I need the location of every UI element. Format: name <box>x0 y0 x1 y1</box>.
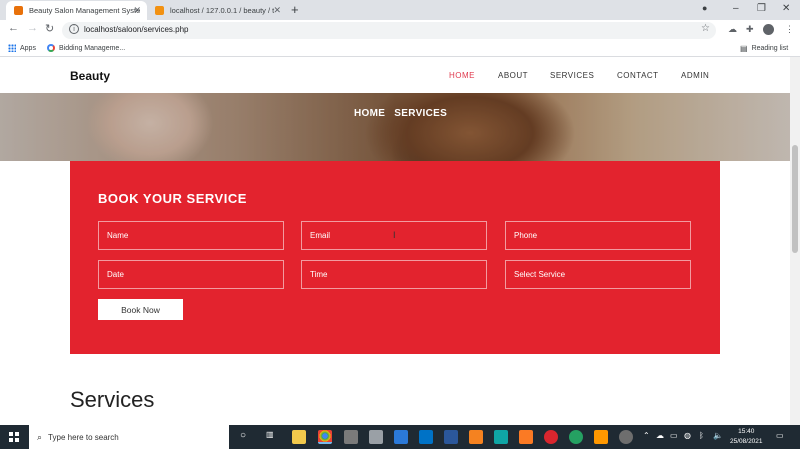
store-icon[interactable] <box>369 430 383 444</box>
tab-phpmyadmin[interactable]: localhost / 127.0.0.1 / beauty / t ✕ <box>147 1 287 20</box>
new-tab-icon[interactable]: + <box>291 2 299 17</box>
clock-time: 15:40 <box>738 428 755 435</box>
site-info-icon[interactable]: i <box>69 24 79 34</box>
battery-icon[interactable]: ▭ <box>670 431 678 440</box>
edge-icon[interactable] <box>494 430 508 444</box>
tab-search-icon[interactable]: ● <box>702 3 707 13</box>
sublime-text-icon[interactable] <box>594 430 608 444</box>
tab-beauty-salon[interactable]: Beauty Salon Management Syste ✕ <box>6 1 147 20</box>
close-tab-icon[interactable]: ✕ <box>273 5 281 16</box>
mail-icon[interactable] <box>419 430 433 444</box>
profile-avatar-icon[interactable] <box>763 24 774 35</box>
tab-title: Beauty Salon Management Syste <box>29 6 141 15</box>
phone-field[interactable]: Phone <box>505 221 691 250</box>
browser-toolbar: ← → ↻ i localhost/saloon/services.php ☆ … <box>0 20 800 41</box>
app-gray-icon[interactable] <box>619 430 633 444</box>
xampp-icon[interactable] <box>519 430 533 444</box>
date-field[interactable]: Date <box>98 260 284 289</box>
apps-grid-icon <box>8 44 16 52</box>
windows-taskbar: ⌕ Type here to search ○ ▥ ⌃ ☁ ▭ ◍ ᛒ 🔈 15… <box>0 425 800 449</box>
reading-list-label: Reading list <box>751 45 789 52</box>
hero-banner: HOME SERVICES <box>0 93 790 161</box>
taskbar-search-placeholder: Type here to search <box>48 432 119 442</box>
bookmark-label: Bidding Manageme... <box>59 44 126 52</box>
text-cursor-icon: I <box>393 230 396 240</box>
app-green-icon[interactable] <box>569 430 583 444</box>
vlc-icon[interactable] <box>469 430 483 444</box>
file-explorer-icon[interactable] <box>292 430 306 444</box>
menu-kebab-icon[interactable]: ⋮ <box>785 24 794 35</box>
booking-form: BOOK YOUR SERVICE Name Email Phone Date … <box>70 161 720 354</box>
close-tab-icon[interactable]: ✕ <box>133 5 141 16</box>
volume-icon[interactable]: 🔈 <box>713 431 723 440</box>
task-view-icon[interactable]: ▥ <box>266 430 274 439</box>
bookmarks-bar: Apps Bidding Manageme... ▤ Reading list <box>0 41 800 57</box>
edge-legacy-icon[interactable] <box>394 430 408 444</box>
scrollbar-thumb[interactable] <box>792 145 798 253</box>
opera-icon[interactable] <box>544 430 558 444</box>
breadcrumb-services: SERVICES <box>394 108 448 119</box>
book-now-button[interactable]: Book Now <box>98 299 183 320</box>
phpmyadmin-icon <box>155 6 164 15</box>
name-field[interactable]: Name <box>98 221 284 250</box>
url-text[interactable]: localhost/saloon/services.php <box>84 25 189 34</box>
forward-icon[interactable]: → <box>27 22 38 34</box>
restore-icon[interactable]: ❐ <box>757 3 766 14</box>
browser-tab-strip: Beauty Salon Management Syste ✕ localhos… <box>0 0 800 20</box>
chrome-icon[interactable] <box>318 430 332 444</box>
onedrive-icon[interactable]: ☁ <box>656 431 664 440</box>
page-viewport: Beauty HOME ABOUT SERVICES CONTACT ADMIN… <box>0 57 790 425</box>
notifications-icon[interactable]: ▭ <box>776 431 784 440</box>
search-icon: ⌕ <box>37 431 43 442</box>
taskbar-search[interactable]: ⌕ Type here to search <box>29 425 229 449</box>
nav-contact[interactable]: CONTACT <box>617 71 659 80</box>
extensions-puzzle-icon[interactable]: ✚ <box>746 24 754 35</box>
system-clock[interactable]: 15:40 25/08/2021 <box>730 427 763 447</box>
hero-image <box>0 93 790 161</box>
google-icon <box>47 44 55 52</box>
minimize-icon[interactable]: – <box>733 3 739 14</box>
back-icon[interactable]: ← <box>8 22 19 34</box>
address-bar[interactable]: i localhost/saloon/services.php ☆ <box>62 22 716 39</box>
bookmark-apps[interactable]: Apps <box>8 44 36 52</box>
windows-start-icon[interactable] <box>9 432 19 442</box>
page-scrollbar[interactable] <box>790 57 800 425</box>
site-navbar: Beauty HOME ABOUT SERVICES CONTACT ADMIN <box>0 57 790 93</box>
word-icon[interactable] <box>444 430 458 444</box>
nav-services[interactable]: SERVICES <box>550 71 594 80</box>
settings-gear-icon[interactable] <box>344 430 358 444</box>
extension-icon[interactable]: ☁ <box>728 24 737 35</box>
site-brand[interactable]: Beauty <box>70 69 110 83</box>
bookmark-bidding[interactable]: Bidding Manageme... <box>47 44 125 52</box>
bluetooth-icon[interactable]: ᛒ <box>699 431 704 440</box>
breadcrumb: HOME SERVICES <box>354 108 447 119</box>
service-select[interactable]: Select Service <box>505 260 691 289</box>
reload-icon[interactable]: ↻ <box>45 22 54 35</box>
favicon-icon <box>14 6 23 15</box>
tab-title: localhost / 127.0.0.1 / beauty / t <box>170 6 275 15</box>
nav-about[interactable]: ABOUT <box>498 71 528 80</box>
booking-title: BOOK YOUR SERVICE <box>98 191 247 206</box>
hero-title-cropped <box>300 93 306 109</box>
bookmark-star-icon[interactable]: ☆ <box>701 23 710 34</box>
services-heading: Services <box>70 387 155 412</box>
network-icon[interactable]: ◍ <box>684 431 691 440</box>
nav-admin[interactable]: ADMIN <box>681 71 709 80</box>
cortana-icon[interactable]: ○ <box>240 430 246 441</box>
clock-date: 25/08/2021 <box>730 438 763 445</box>
reading-list[interactable]: ▤ Reading list <box>740 44 788 53</box>
tray-chevron-icon[interactable]: ⌃ <box>643 431 650 440</box>
close-window-icon[interactable]: ✕ <box>782 3 790 14</box>
reading-list-icon: ▤ <box>740 44 748 53</box>
breadcrumb-home[interactable]: HOME <box>354 108 385 119</box>
time-field[interactable]: Time <box>301 260 487 289</box>
bookmark-label: Apps <box>20 44 36 52</box>
nav-home[interactable]: HOME <box>449 71 475 80</box>
